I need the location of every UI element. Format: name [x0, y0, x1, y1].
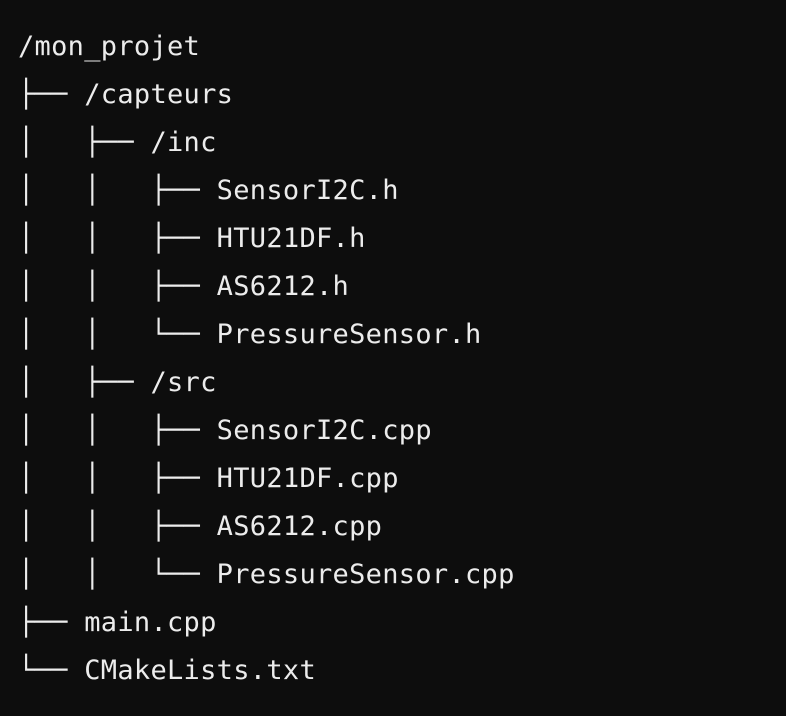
- tree-line-file: │ │ ├── SensorI2C.h: [18, 175, 399, 206]
- code-block: /mon_projet ├── /capteurs │ ├── /inc │ │…: [0, 0, 786, 716]
- tree-line-file: │ │ └── PressureSensor.h: [18, 319, 482, 350]
- directory-tree: /mon_projet ├── /capteurs │ ├── /inc │ │…: [18, 23, 786, 695]
- tree-line-file: ├── main.cpp: [18, 607, 217, 638]
- tree-line-file: │ │ ├── HTU21DF.cpp: [18, 463, 399, 494]
- tree-line-root-folder: /mon_projet: [18, 31, 201, 62]
- tree-line-file: │ │ ├── SensorI2C.cpp: [18, 415, 432, 446]
- tree-line-file: │ │ ├── HTU21DF.h: [18, 223, 366, 254]
- tree-line-capteurs-folder: ├── /capteurs: [18, 79, 234, 110]
- tree-line-file: │ │ └── PressureSensor.cpp: [18, 559, 515, 590]
- tree-line-src-folder: │ ├── /src: [18, 367, 217, 398]
- tree-line-file: └── CMakeLists.txt: [18, 655, 316, 686]
- tree-line-file: │ │ ├── AS6212.cpp: [18, 511, 383, 542]
- tree-line-inc-folder: │ ├── /inc: [18, 127, 217, 158]
- tree-line-file: │ │ ├── AS6212.h: [18, 271, 350, 302]
